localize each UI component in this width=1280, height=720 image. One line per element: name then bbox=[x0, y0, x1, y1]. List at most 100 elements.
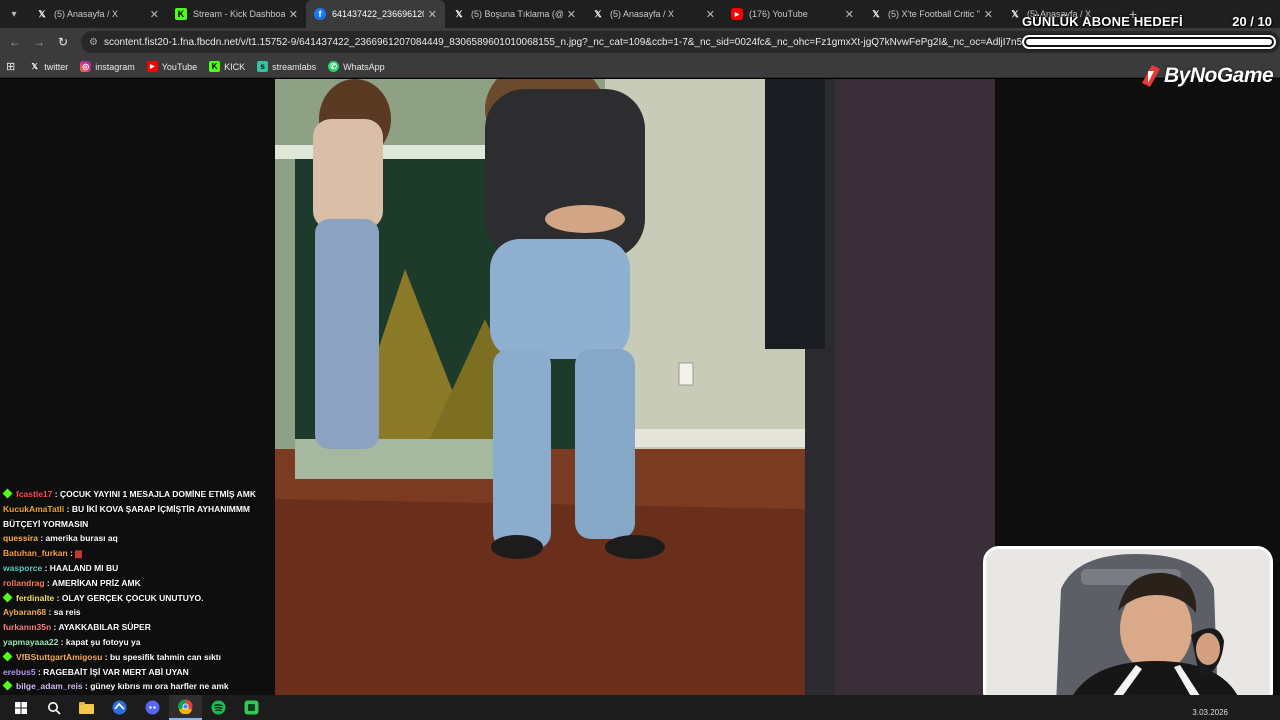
tab-active[interactable]: f 641437422_23669612070 ✕ bbox=[306, 0, 445, 28]
whatsapp-icon: ✆ bbox=[328, 61, 340, 72]
chat-message: Batuhan_furkan : ▆ bbox=[0, 546, 282, 561]
close-tab-icon[interactable]: ✕ bbox=[984, 8, 993, 21]
x-logo-icon: 𝕏 bbox=[594, 8, 602, 19]
party-photo bbox=[275, 79, 995, 695]
subscriber-goal-widget: GÜNLÜK ABONE HEDEFİ 20 / 10 bbox=[1018, 10, 1280, 54]
tab-title: 641437422_23669612070 bbox=[332, 9, 424, 19]
chat-username[interactable]: bilge_adam_reis bbox=[16, 681, 83, 691]
chat-username[interactable]: wasporce bbox=[3, 563, 42, 573]
chat-text: güney kıbrıs mı ora harfler ne amk bbox=[90, 681, 229, 692]
chat-separator: : bbox=[44, 577, 52, 588]
url-text: scontent.fist20-1.fna.fbcdn.net/v/t1.157… bbox=[103, 36, 1106, 48]
tab-title: (5) X'te Football Critic " bbox=[888, 9, 980, 19]
webcam-feed bbox=[983, 546, 1273, 708]
chat-separator: : bbox=[52, 489, 60, 499]
bookmark-label: streamlabs bbox=[272, 61, 317, 72]
tab[interactable]: 𝕏 (5) Boşuna Tıklama (@bo ✕ bbox=[445, 0, 584, 28]
chat-username[interactable]: Aybaran68 bbox=[3, 607, 46, 617]
close-tab-icon[interactable]: ✕ bbox=[289, 8, 298, 21]
chat-text: AYAKKABILAR SÜPER bbox=[58, 622, 151, 633]
close-tab-icon[interactable]: ✕ bbox=[150, 8, 159, 21]
forward-button[interactable]: → bbox=[27, 35, 51, 49]
chat-separator: : bbox=[102, 651, 110, 662]
tab-title: Stream - Kick Dashboard bbox=[193, 9, 285, 19]
tab-title: (5) Anasayfa / X bbox=[54, 9, 119, 19]
taskbar-date: 3.03.2026 bbox=[1192, 708, 1228, 717]
tab[interactable]: 𝕏 (5) Anasayfa / X ✕ bbox=[584, 0, 723, 28]
emote-icon: ▆ bbox=[75, 548, 82, 559]
chat-username[interactable]: fcastle17 bbox=[16, 489, 52, 499]
chat-message: rollandrag : AMERİKAN PRİZ AMK bbox=[0, 576, 282, 591]
bookmark-label: WhatsApp bbox=[343, 61, 385, 72]
chrome-icon[interactable] bbox=[169, 695, 202, 720]
chat-message: ferdinalte : OLAY GERÇEK ÇOCUK UNUTUYO. bbox=[0, 591, 282, 606]
chat-username[interactable]: ferdinalte bbox=[16, 593, 54, 603]
chat-separator: : bbox=[37, 533, 46, 544]
tab[interactable]: ▶ (176) YouTube ✕ bbox=[723, 0, 862, 28]
chat-username[interactable]: rollandrag bbox=[3, 578, 45, 588]
chat-username[interactable]: furkanın35n bbox=[3, 622, 51, 632]
chat-separator: : bbox=[54, 592, 62, 603]
back-button[interactable]: ← bbox=[3, 35, 27, 49]
goal-progress-fill bbox=[1026, 39, 1272, 45]
chat-username[interactable]: quessira bbox=[3, 533, 38, 543]
tab-title: (5) Boşuna Tıklama (@bo bbox=[471, 9, 563, 19]
chat-message: quessira : amerika burası aq bbox=[0, 531, 282, 546]
file-explorer-icon[interactable] bbox=[70, 695, 103, 720]
bynogame-logo-icon bbox=[1142, 65, 1160, 87]
tab-title: (176) YouTube bbox=[749, 9, 808, 19]
bookmark-kick[interactable]: K KICK bbox=[209, 61, 245, 72]
chat-username[interactable]: erebus5 bbox=[3, 667, 36, 677]
goal-progress-bar bbox=[1022, 35, 1276, 49]
chat-username[interactable]: KucukAmaTatli bbox=[3, 504, 64, 514]
instagram-icon: ◎ bbox=[80, 61, 92, 72]
chat-message: yapmayaaa22 : kapat şu fotoyu ya bbox=[0, 635, 282, 650]
close-tab-icon[interactable]: ✕ bbox=[706, 8, 715, 21]
bookmark-instagram[interactable]: ◎ instagram bbox=[80, 61, 135, 72]
chat-message: bilge_adam_reis : güney kıbrıs mı ora ha… bbox=[0, 679, 282, 694]
chat-message: KucukAmaTatli : BU İKİ KOVA ŞARAP İÇMİŞT… bbox=[0, 502, 282, 532]
chat-text: OLAY GERÇEK ÇOCUK UNUTUYO. bbox=[61, 592, 204, 603]
chat-text: ÇOCUK YAYINI 1 MESAJLA DOMİNE ETMİŞ AMK bbox=[59, 489, 256, 499]
x-logo-icon: 𝕏 bbox=[455, 8, 463, 19]
tab-search-button[interactable]: ▾ bbox=[0, 0, 28, 28]
bookmark-whatsapp[interactable]: ✆ WhatsApp bbox=[328, 61, 385, 72]
apps-grid-icon[interactable]: ⊞ bbox=[6, 60, 15, 73]
tab-title: (5) Anasayfa / X bbox=[610, 9, 675, 19]
close-tab-icon[interactable]: ✕ bbox=[428, 8, 437, 21]
bookmark-youtube[interactable]: ▶ YouTube bbox=[146, 61, 198, 72]
goal-title: GÜNLÜK ABONE HEDEFİ bbox=[1022, 14, 1183, 29]
chat-text: HAALAND MI BU bbox=[49, 562, 119, 573]
youtube-icon: ▶ bbox=[146, 61, 158, 72]
bookmark-streamlabs[interactable]: s streamlabs bbox=[257, 61, 316, 72]
chat-text: AMERİKAN PRİZ AMK bbox=[51, 577, 141, 588]
spotify-icon[interactable] bbox=[202, 695, 235, 720]
chat-username[interactable]: Batuhan_furkan bbox=[3, 548, 68, 558]
discord-icon[interactable] bbox=[136, 695, 169, 720]
chat-username[interactable]: VfBStuttgartAmigosu bbox=[16, 652, 102, 662]
chat-separator: : bbox=[58, 636, 66, 647]
close-tab-icon[interactable]: ✕ bbox=[845, 8, 854, 21]
chat-text: amerika burası aq bbox=[45, 533, 118, 544]
goal-count: 20 / 10 bbox=[1232, 14, 1272, 29]
tab[interactable]: 𝕏 (5) Anasayfa / X ✕ bbox=[28, 0, 167, 28]
subscriber-badge-icon bbox=[2, 592, 13, 603]
bookmark-label: KICK bbox=[224, 61, 246, 72]
app-green-icon[interactable] bbox=[235, 695, 268, 720]
facebook-icon: f bbox=[314, 8, 326, 20]
chat-separator: : bbox=[46, 607, 54, 618]
tab[interactable]: K Stream - Kick Dashboard ✕ bbox=[167, 0, 306, 28]
bookmark-label: YouTube bbox=[161, 61, 198, 72]
bookmark-twitter[interactable]: 𝕏twitter bbox=[29, 61, 68, 72]
chat-text: sa reis bbox=[53, 607, 81, 618]
close-tab-icon[interactable]: ✕ bbox=[567, 8, 576, 21]
windows-start-icon[interactable] bbox=[4, 695, 37, 720]
tab[interactable]: 𝕏 (5) X'te Football Critic " ✕ bbox=[862, 0, 1001, 28]
kick-logo-icon: K bbox=[209, 61, 221, 72]
app-icon[interactable] bbox=[103, 695, 136, 720]
bookmarks-bar: ⊞ 𝕏twitter ◎ instagram ▶ YouTube K KICK s st… bbox=[0, 56, 1280, 78]
reload-button[interactable]: ↻ bbox=[51, 35, 75, 49]
chat-username[interactable]: yapmayaaa22 bbox=[3, 637, 58, 647]
site-info-icon[interactable]: ⚙ bbox=[89, 37, 98, 48]
search-icon[interactable] bbox=[37, 695, 70, 720]
